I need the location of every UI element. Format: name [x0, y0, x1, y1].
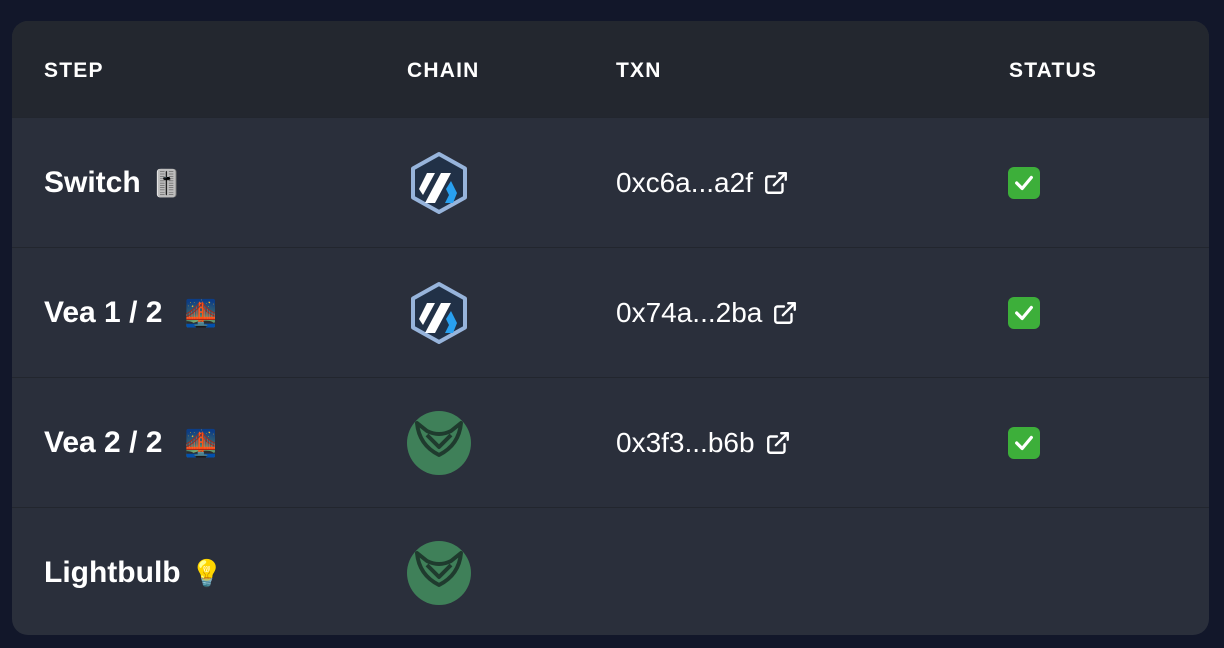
gnosis-logo-icon: [406, 378, 472, 507]
status-cell: [1008, 118, 1040, 247]
table-row: Lightbulb 💡: [12, 507, 1209, 635]
arbitrum-logo-icon: [406, 248, 472, 377]
step-label: Switch: [44, 165, 141, 199]
lightbulb-emoji-icon: 💡: [190, 557, 223, 588]
external-link-icon: [765, 171, 787, 194]
txn-hash: 0x74a...2ba: [616, 296, 763, 328]
table-row: Vea 2 / 2 🌉 0x3f3...b6b: [12, 377, 1209, 507]
step-label: Vea 2 / 2: [44, 425, 163, 459]
table-row: Vea 1 / 2 🌉 0x74a...2ba: [12, 247, 1209, 377]
external-link-icon: [766, 431, 789, 454]
transaction-table: STEP CHAIN TXN STATUS Switch 🎚️ 0xc6a...…: [12, 21, 1209, 635]
step-label: Lightbulb: [44, 555, 181, 589]
check-mark-icon: [1008, 426, 1040, 459]
status-cell: [1008, 248, 1040, 377]
check-mark-icon: [1008, 296, 1040, 329]
slider-emoji-icon: 🎚️: [150, 167, 184, 198]
txn-hash: 0xc6a...a2f: [616, 166, 753, 198]
arbitrum-logo-icon: [406, 118, 472, 247]
txn-link[interactable]: 0xc6a...a2f: [616, 118, 789, 247]
header-chain: CHAIN: [407, 59, 480, 82]
step-label: Vea 1 / 2: [44, 295, 163, 329]
gnosis-logo-icon: [406, 508, 472, 635]
header-status: STATUS: [1009, 59, 1098, 82]
table-row: Switch 🎚️ 0xc6a...a2f: [12, 117, 1209, 247]
table-header: STEP CHAIN TXN STATUS: [12, 21, 1209, 117]
status-cell: [1008, 378, 1040, 507]
txn-link[interactable]: 0x74a...2ba: [616, 248, 798, 377]
check-mark-icon: [1008, 166, 1040, 199]
step-cell: Vea 1 / 2 🌉: [44, 248, 217, 377]
txn-hash: 0x3f3...b6b: [616, 426, 755, 458]
header-txn: TXN: [616, 59, 662, 82]
step-cell: Lightbulb 💡: [44, 508, 223, 635]
step-cell: Vea 2 / 2 🌉: [44, 378, 217, 507]
txn-link[interactable]: 0x3f3...b6b: [616, 378, 791, 507]
header-step: STEP: [44, 59, 104, 82]
external-link-icon: [774, 301, 797, 324]
bridge-emoji-icon: 🌉: [184, 297, 217, 328]
step-cell: Switch 🎚️: [44, 118, 183, 247]
bridge-emoji-icon: 🌉: [184, 427, 217, 458]
